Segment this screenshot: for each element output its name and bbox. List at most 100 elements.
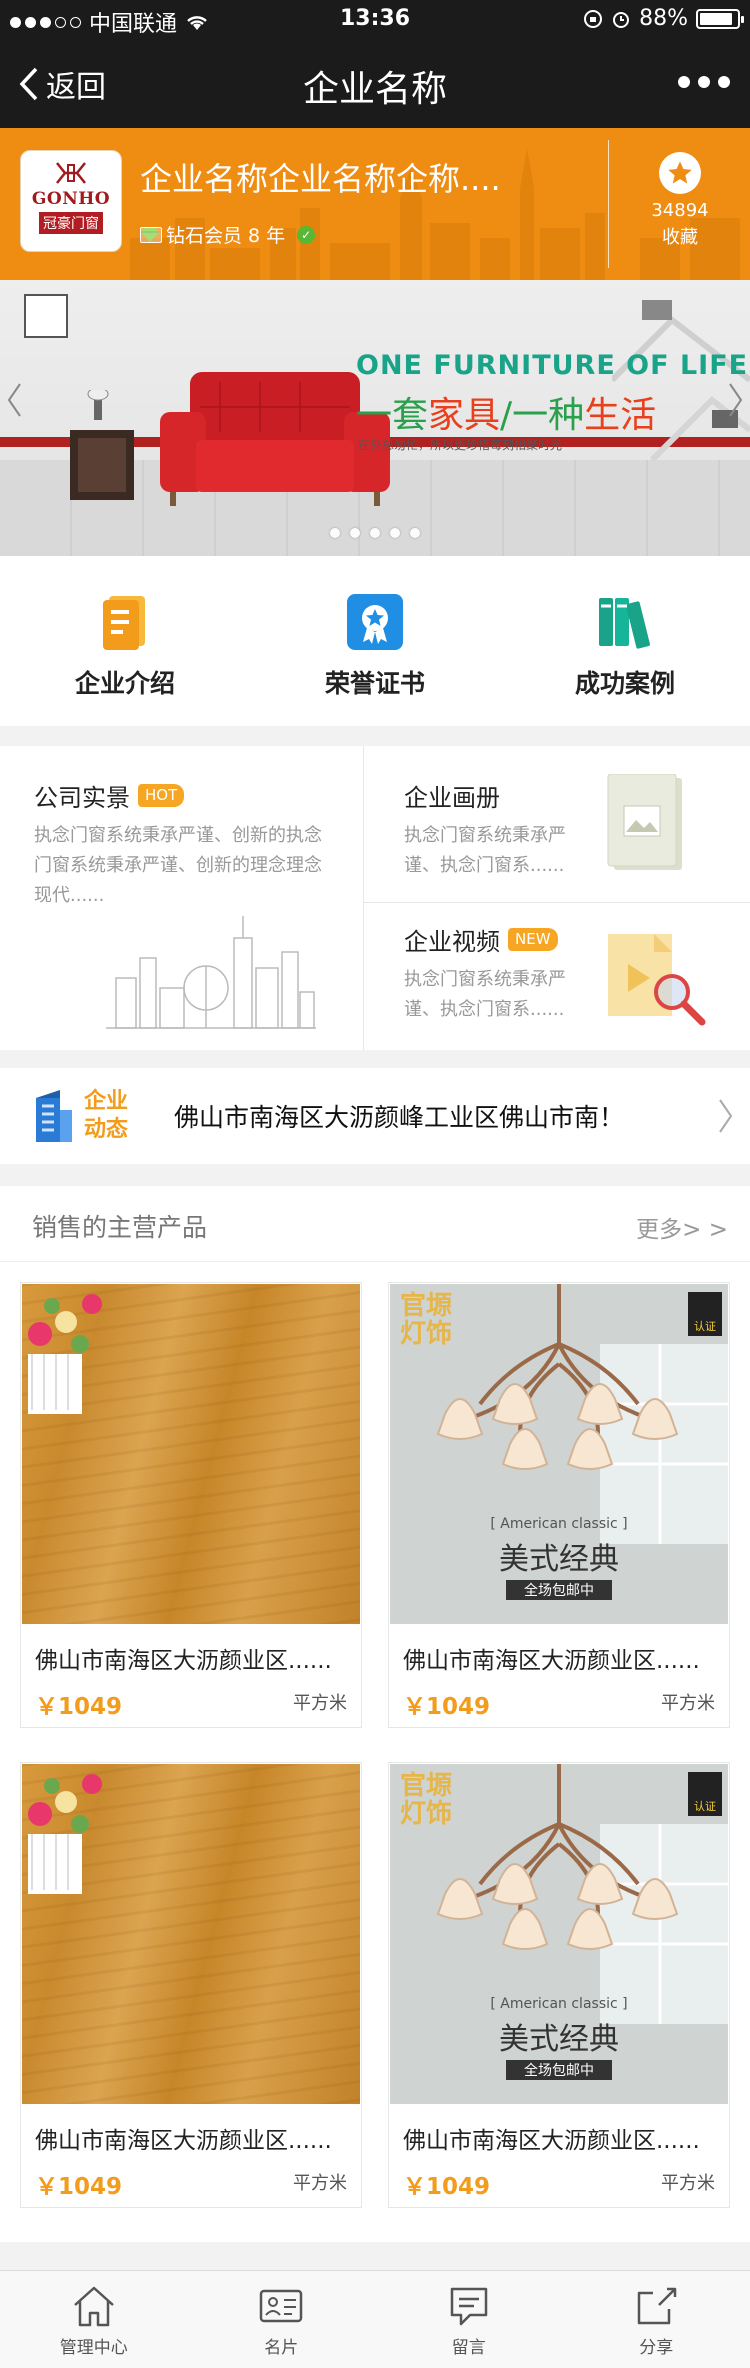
page-title: 企业名称	[302, 69, 447, 110]
product-card[interactable]: 佛山市南海区大沥颜业区...... ￥1049 平方米	[20, 1282, 362, 1728]
company-header: GONHO 冠豪门窗 企业名称企业名称企称.... 钻石会员 8 年 ✓ 348…	[0, 128, 750, 280]
flower-pot-decoration	[28, 1774, 102, 1894]
news-label-line: 动态	[84, 1117, 129, 1142]
product-unit: 平方米	[293, 2173, 347, 2194]
scenery-title: 公司实景	[34, 784, 130, 812]
scenery-panel[interactable]: 公司实景 HOT 执念门窗系统秉承严谨、创新的执念门窗系统秉承严谨、创新的理念理念…	[34, 778, 334, 911]
product-unit: 平方米	[661, 1693, 715, 1714]
flower-pot-decoration	[28, 1294, 102, 1414]
free-shipping-ribbon: 全场包邮中	[506, 2060, 612, 2080]
carousel-dot[interactable]	[350, 528, 360, 538]
tab-label: 分享	[639, 2338, 674, 2358]
carousel-dot[interactable]	[410, 528, 420, 538]
tab-management[interactable]: 管理中心	[0, 2271, 188, 2368]
product-price: ￥1049	[403, 1694, 491, 1720]
product-price: ￥1049	[35, 1694, 123, 1720]
product-title: 佛山市南海区大沥颜业区......	[35, 1648, 332, 1674]
quick-link-honors[interactable]: 荣誉证书	[250, 556, 500, 726]
bottom-tab-bar: 管理中心 名片 留言 分享	[0, 2270, 750, 2368]
product-image: 官塬灯饰 认证 [ American classic ] 美式经典 全场包邮中	[390, 1284, 728, 1624]
certified-badge: 认证	[688, 1772, 722, 1816]
news-text: 佛山市南海区大沥颜峰工业区佛山市南！	[174, 1103, 625, 1132]
product-price: ￥1049	[403, 2174, 491, 2200]
new-badge: NEW	[508, 928, 558, 951]
license-icon	[140, 226, 162, 243]
more-button[interactable]	[678, 76, 730, 88]
chevron-right-icon	[719, 1099, 733, 1133]
carousel-dots[interactable]	[0, 528, 750, 538]
side-cabinet-image	[70, 390, 134, 500]
product-title: 佛山市南海区大沥颜业区......	[403, 2128, 700, 2154]
lamp-caption-cn: 美式经典	[499, 2022, 619, 2057]
verified-icon: ✓	[297, 225, 316, 244]
products-grid: 佛山市南海区大沥颜业区...... ￥1049 平方米 官塬灯饰 认证[ Americ…	[0, 1262, 750, 2242]
product-unit: 平方米	[293, 1693, 347, 1714]
quick-link-label: 荣誉证书	[324, 669, 425, 698]
membership-label: 钻石会员 8 年	[166, 225, 286, 247]
favorite-button[interactable]: 34894 收藏	[620, 152, 740, 249]
video-panel[interactable]: 企业视频 NEW 执念门窗系统秉承严谨、执念门窗系......	[404, 922, 594, 1025]
product-unit: 平方米	[661, 2173, 715, 2194]
certificate-icon	[347, 594, 403, 650]
product-title: 佛山市南海区大沥颜业区......	[35, 2128, 332, 2154]
banner-next-arrow[interactable]	[728, 380, 744, 420]
quick-links: 企业介绍 荣誉证书 成功案例	[0, 556, 750, 726]
battery-percent: 88%	[639, 6, 688, 31]
video-desc: 执念门窗系统秉承严谨、执念门窗系......	[404, 969, 566, 1020]
logo-text-cn: 冠豪门窗	[39, 212, 103, 234]
home-icon	[73, 2286, 114, 2327]
free-shipping-ribbon: 全场包邮中	[506, 1580, 612, 1600]
album-panel[interactable]: 企业画册 执念门窗系统秉承严谨、执念门窗系......	[404, 778, 594, 881]
product-card[interactable]: 官塬灯饰 认证 [ American classic ] 美式经典 全场包邮中 佛山市南海…	[388, 1762, 730, 2208]
hot-badge: HOT	[138, 784, 185, 807]
rotation-lock-icon	[584, 9, 603, 28]
alarm-icon	[613, 11, 630, 28]
tab-label: 留言	[451, 2338, 486, 2358]
product-title: 佛山市南海区大沥颜业区......	[403, 1648, 700, 1674]
tab-share[interactable]: 分享	[563, 2271, 750, 2368]
status-bar: 中国联通 13:36 88%	[0, 0, 750, 40]
promo-banner[interactable]: ONE FURNITURE OF LIFE 一套家具/一种生活 在外总匆忙，所以…	[0, 280, 750, 556]
star-icon	[659, 152, 701, 194]
banner-headline-en: ONE FURNITURE OF LIFE	[356, 350, 749, 381]
building-icon	[36, 1090, 72, 1142]
tab-card[interactable]: 名片	[188, 2271, 376, 2368]
grid-divider	[364, 902, 750, 903]
company-info-grid: 公司实景 HOT 执念门窗系统秉承严谨、创新的执念门窗系统秉承严谨、创新的理念理念…	[0, 746, 750, 1050]
grid-divider	[363, 746, 364, 1050]
news-label-line: 企业	[84, 1089, 129, 1114]
quick-link-intro[interactable]: 企业介绍	[0, 556, 250, 726]
company-news[interactable]: 企业动态 佛山市南海区大沥颜峰工业区佛山市南！	[0, 1068, 750, 1164]
lamp-caption-en: [ American classic ]	[490, 1516, 628, 1532]
company-logo: GONHO 冠豪门窗	[20, 150, 122, 252]
lamp-caption-cn: 美式经典	[499, 1542, 619, 1577]
lamp-caption-en: [ American classic ]	[490, 1996, 628, 2012]
membership-info: 钻石会员 8 年 ✓	[140, 221, 316, 248]
tab-label: 名片	[264, 2338, 299, 2358]
album-desc: 执念门窗系统秉承严谨、执念门窗系......	[404, 825, 566, 876]
banner-prev-arrow[interactable]	[6, 380, 22, 420]
carousel-dot[interactable]	[390, 528, 400, 538]
city-sketch-image	[106, 916, 316, 1029]
scenery-desc: 执念门窗系统秉承严谨、创新的执念门窗系统秉承严谨、创新的理念理念现代......	[34, 825, 322, 906]
navigation-bar: 返回 企业名称	[0, 40, 750, 128]
product-price: ￥1049	[35, 2174, 123, 2200]
more-products-link[interactable]: 更多> >	[636, 1210, 728, 1244]
album-icon	[607, 774, 682, 870]
product-image	[22, 1284, 360, 1624]
banner-headline-part: /一种	[500, 395, 585, 436]
products-header: 销售的主营产品 更多> >	[0, 1186, 750, 1262]
tab-message[interactable]: 留言	[375, 2271, 563, 2368]
logo-text-en: GONHO	[31, 189, 111, 209]
quick-link-cases[interactable]: 成功案例	[500, 556, 750, 726]
company-name: 企业名称企业名称企称....	[140, 160, 501, 198]
share-icon	[638, 2287, 677, 2325]
banner-headline-cn: 一套家具/一种生活	[356, 386, 656, 438]
carousel-dot[interactable]	[330, 528, 340, 538]
carousel-dot[interactable]	[370, 528, 380, 538]
product-card[interactable]: 佛山市南海区大沥颜业区...... ￥1049 平方米	[20, 1762, 362, 2208]
document-icon	[103, 596, 145, 650]
banner-subline: 在外总匆忙，所以更珍惜每刻相聚时光	[358, 438, 563, 452]
product-card[interactable]: 官塬灯饰 认证 [ American classic ] 美式经典 全场包邮中 佛山市南海…	[388, 1282, 730, 1728]
card-icon	[260, 2289, 303, 2323]
